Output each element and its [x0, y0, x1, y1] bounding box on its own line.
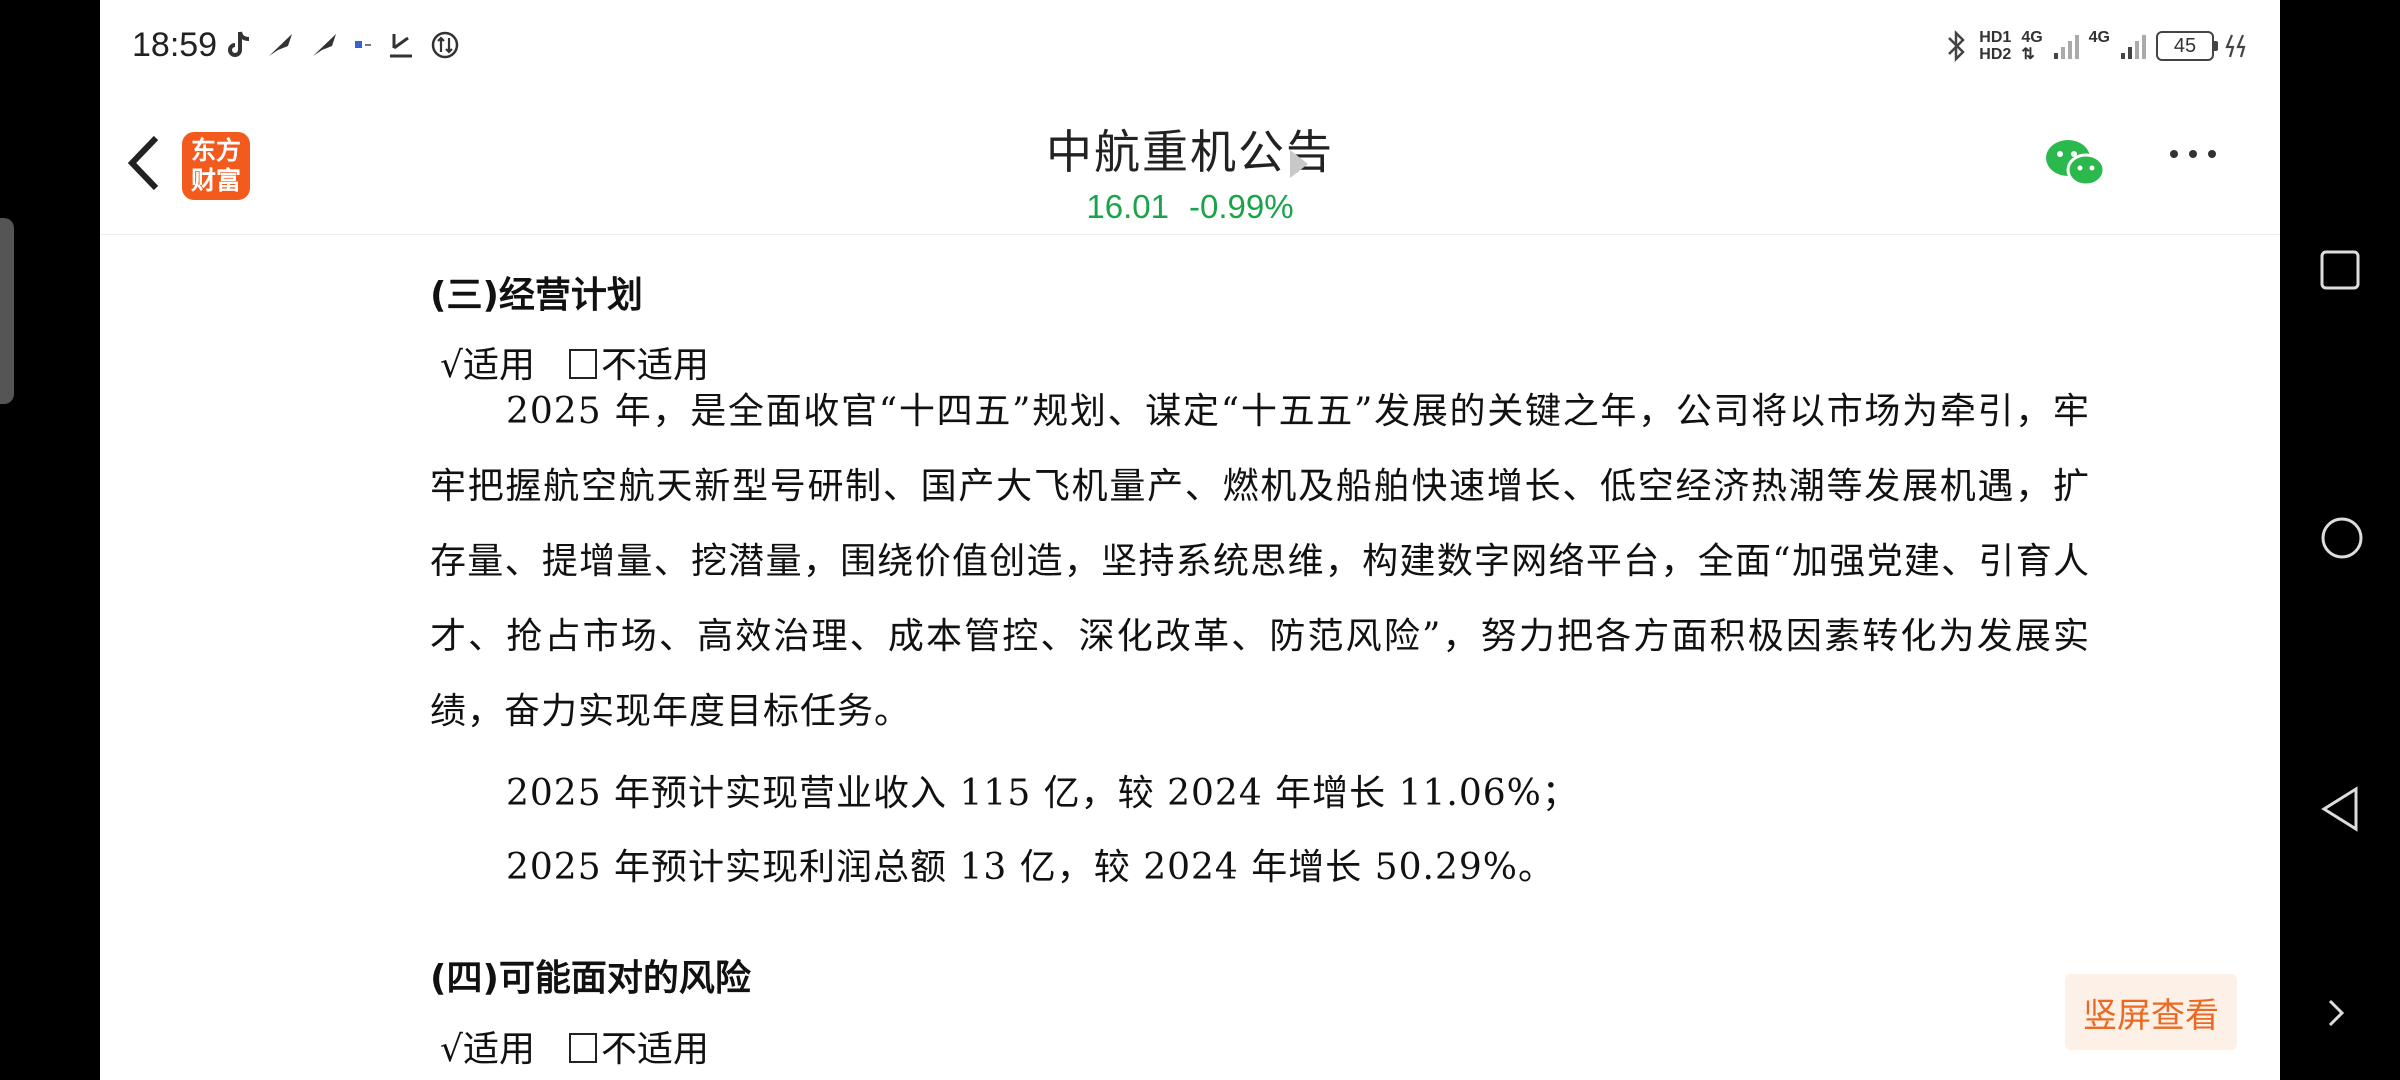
title-block: 中航重机公告 16.01 -0.99%	[100, 116, 2280, 226]
more-options-button[interactable]	[2170, 150, 2216, 158]
status-bar: 18:59 HD1 HD2 4G ⇅ 4G 45	[100, 0, 2280, 100]
system-icons: HD1 HD2 4G ⇅ 4G 45	[1945, 28, 2250, 64]
home-button[interactable]	[2320, 516, 2364, 564]
section-3-heading: (三)经营计划	[430, 275, 643, 316]
feather-app-icon-2	[313, 34, 336, 56]
profit-forecast: 2025 年预计实现利润总额 13 亿，较 2024 年增长 50.29%。	[506, 847, 1555, 888]
navigation-bar	[2280, 0, 2400, 1080]
hd1-label: HD1	[1979, 29, 2012, 46]
nav-expand-button[interactable]	[2320, 996, 2350, 1034]
applicable-label-2: √适用	[440, 1029, 535, 1070]
hd-indicator: HD1 HD2	[1979, 29, 2011, 63]
network-type-2: 4G	[2089, 29, 2110, 63]
stock-change: -0.99%	[1189, 188, 1294, 225]
page-title: 中航重机公告	[1046, 125, 1334, 179]
section-4-applicability: √适用 不适用	[440, 1020, 709, 1072]
stock-price: 16.01	[1086, 188, 1170, 225]
network-type-1-label: 4G	[2021, 29, 2043, 46]
data-transfer-icon	[431, 31, 459, 59]
signal-bars-icon-2	[2121, 35, 2146, 59]
wechat-share-icon[interactable]	[2044, 136, 2108, 192]
app-notification-icon	[355, 41, 371, 48]
signal-bars-icon	[2053, 35, 2079, 59]
section-3-paragraph: 2025 年，是全面收官“十四五”规划、谋定“十五五”发展的关键之年，公司将以市…	[430, 391, 2090, 732]
triangle-back-icon	[2321, 786, 2358, 832]
stock-quote: 16.01 -0.99%	[100, 188, 2280, 226]
app-screen: 18:59 HD1 HD2 4G ⇅ 4G 45 东方 财富 中航重机公告 16…	[100, 0, 2280, 1080]
app-header: 东方 财富 中航重机公告 16.01 -0.99%	[100, 100, 2280, 235]
expand-arrow-icon[interactable]	[1286, 146, 1310, 182]
square-icon	[2320, 250, 2360, 290]
checkbox-icon-2	[568, 1033, 597, 1063]
not-applicable-label-2: 不适用	[600, 1029, 709, 1070]
notification-icons	[226, 30, 460, 60]
circle-icon	[2321, 517, 2363, 559]
network-type-2-label: 4G	[2088, 29, 2110, 46]
download-icon	[390, 34, 412, 58]
recents-button[interactable]	[2320, 250, 2360, 294]
tiktok-icon	[228, 31, 250, 57]
hd2-label: HD2	[1979, 46, 2012, 63]
chevron-right-icon	[2328, 999, 2345, 1027]
network-type-1: 4G ⇅	[2021, 29, 2043, 63]
charging-icon	[2225, 34, 2246, 58]
battery-level: 45	[2173, 34, 2197, 57]
bluetooth-icon	[1948, 29, 1966, 63]
feather-app-icon	[269, 34, 292, 56]
portrait-view-button[interactable]: 竖屏查看	[2065, 974, 2237, 1050]
back-nav-button[interactable]	[2320, 786, 2360, 836]
battery-icon: 45	[2156, 31, 2218, 61]
section-4-heading: (四)可能面对的风险	[430, 958, 751, 999]
status-time: 18:59	[132, 26, 218, 64]
side-edge-handle[interactable]	[0, 218, 14, 404]
revenue-forecast: 2025 年预计实现营业收入 115 亿，较 2024 年增长 11.06%；	[506, 773, 1579, 814]
